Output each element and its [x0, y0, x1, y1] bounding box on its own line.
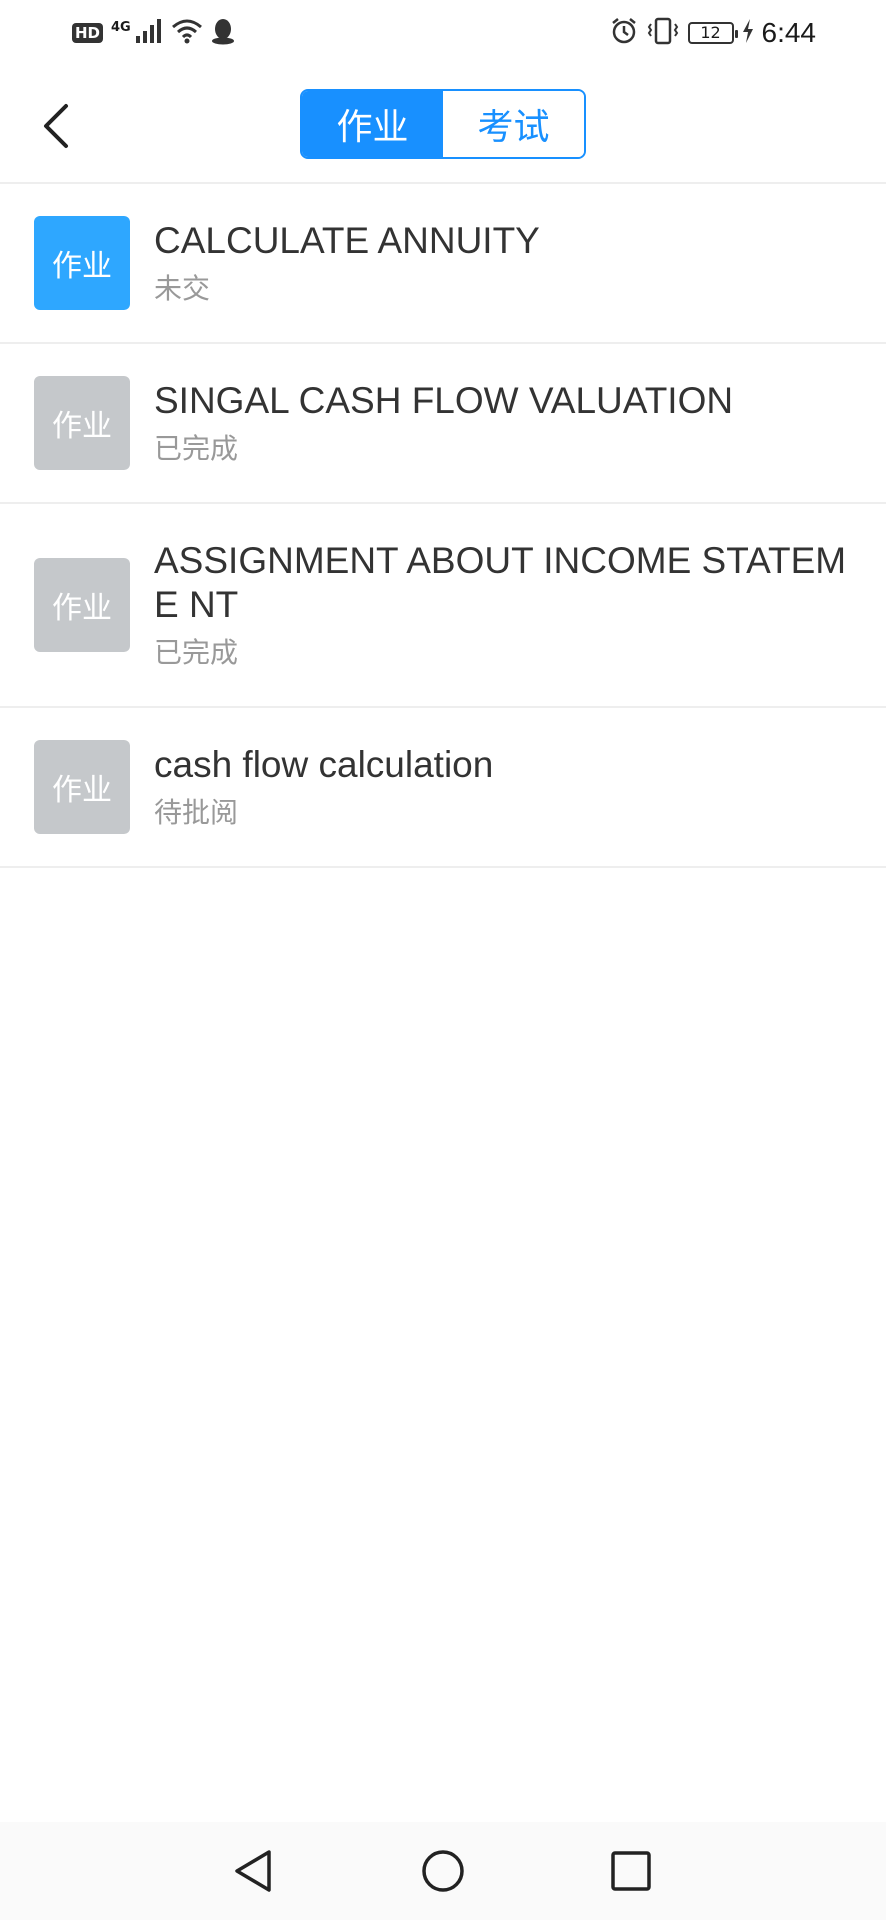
assignment-title: cash flow calculation: [154, 744, 494, 785]
square-recent-icon: [611, 1851, 651, 1891]
tab-switcher: 作业 考试: [300, 89, 586, 159]
vibrate-icon: [646, 17, 680, 49]
assignment-status: 已完成: [154, 432, 239, 465]
item-text: ASSIGNMENT ABOUT INCOME STATEME NT 已完成: [154, 539, 862, 671]
qq-icon: [211, 17, 235, 49]
alarm-icon: [610, 17, 638, 49]
triangle-back-icon: [235, 1850, 271, 1892]
assignment-badge: 作业: [34, 558, 130, 652]
tab-exam[interactable]: 考试: [443, 91, 584, 157]
list-item[interactable]: 作业 ASSIGNMENT ABOUT INCOME STATEME NT 已完…: [0, 504, 886, 708]
charging-icon: [742, 19, 754, 47]
assignment-title: SINGAL CASH FLOW VALUATION: [154, 380, 734, 421]
system-recent-button[interactable]: [606, 1846, 656, 1896]
assignment-title: CALCULATE ANNUITY: [154, 220, 540, 261]
circle-home-icon: [422, 1850, 464, 1892]
assignment-status: 未交: [154, 272, 211, 305]
status-right: 12 6:44: [610, 17, 817, 49]
assignment-status: 已完成: [154, 636, 239, 669]
system-home-button[interactable]: [418, 1846, 468, 1896]
back-button[interactable]: [24, 88, 88, 164]
battery-level: 12: [700, 23, 721, 42]
assignment-badge: 作业: [34, 376, 130, 470]
list-item[interactable]: 作业 CALCULATE ANNUITY 未交: [0, 184, 886, 344]
network-type-label: 4G: [111, 19, 131, 35]
item-text: CALCULATE ANNUITY 未交: [154, 219, 862, 307]
battery-indicator: 12: [687, 22, 738, 44]
assignment-badge: 作业: [34, 216, 130, 310]
signal-icon: [135, 18, 163, 48]
assignment-list: 作业 CALCULATE ANNUITY 未交 作业 SINGAL CASH F…: [0, 184, 886, 868]
screen: HD 4G 12 6:44 作业 考试 作业 CALCULATE ANNUITY…: [0, 0, 886, 1920]
status-left: HD 4G: [72, 17, 235, 49]
item-text: cash flow calculation 待批阅: [154, 743, 862, 831]
system-back-button[interactable]: [228, 1846, 278, 1896]
wifi-icon: [171, 18, 203, 48]
status-bar: HD 4G 12 6:44: [0, 0, 886, 66]
item-text: SINGAL CASH FLOW VALUATION 已完成: [154, 379, 862, 467]
hd-badge: HD: [72, 23, 104, 43]
list-item[interactable]: 作业 cash flow calculation 待批阅: [0, 708, 886, 868]
header: 作业 考试: [0, 66, 886, 184]
system-nav-bar: [0, 1822, 886, 1920]
assignment-title: ASSIGNMENT ABOUT INCOME STATEME NT: [154, 540, 847, 625]
assignment-badge: 作业: [34, 740, 130, 834]
clock: 6:44: [761, 17, 817, 48]
tab-homework[interactable]: 作业: [302, 91, 443, 157]
chevron-left-icon: [44, 104, 68, 148]
assignment-status: 待批阅: [154, 796, 239, 829]
list-item[interactable]: 作业 SINGAL CASH FLOW VALUATION 已完成: [0, 344, 886, 504]
